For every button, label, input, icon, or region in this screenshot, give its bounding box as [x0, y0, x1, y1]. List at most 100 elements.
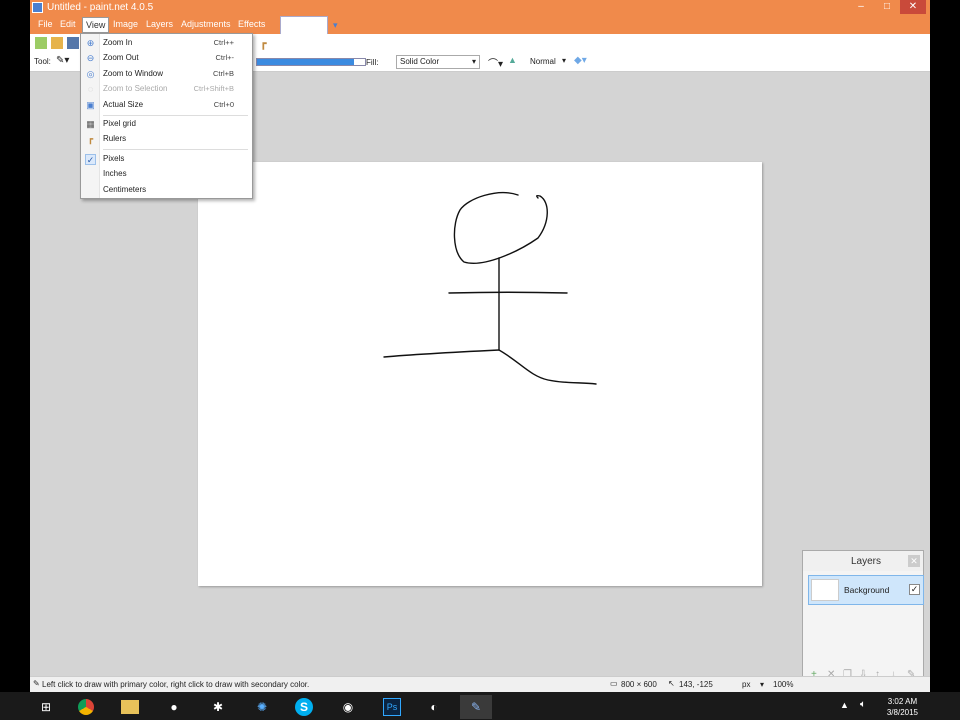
menu-separator: [103, 149, 248, 150]
save-icon[interactable]: [67, 37, 79, 49]
layer-thumbnail: [811, 579, 839, 601]
cursor-position: 143, -125: [679, 680, 713, 689]
photoshop-icon[interactable]: Ps: [376, 695, 408, 719]
menu-item-label: Actual Size: [103, 100, 144, 109]
steam-icon[interactable]: ●: [158, 695, 190, 719]
new-image-icon[interactable]: [35, 37, 47, 49]
paintnet-taskbar-icon[interactable]: ✎: [460, 695, 492, 719]
ruler-icon: ┏: [87, 134, 94, 144]
menu-item-pixels[interactable]: ✓ Pixels: [81, 152, 252, 167]
menu-item-label: Inches: [103, 169, 127, 178]
menu-item-zoom-to-window[interactable]: ◎ Zoom to Window Ctrl+B: [81, 67, 252, 82]
layer-row-background[interactable]: Background ✓: [808, 575, 924, 605]
status-bar: ✎ Left click to draw with primary color,…: [30, 676, 930, 692]
menu-item-label: Rulers: [103, 134, 127, 143]
menu-item-actual-size[interactable]: ▣ Actual Size Ctrl+0: [81, 98, 252, 113]
blend-mode-icon: ▲: [508, 55, 517, 65]
paintbrush-icon[interactable]: ✎▾: [56, 55, 69, 66]
menu-item-label: Zoom to Selection: [103, 84, 168, 93]
layers-panel-header: Layers ✕: [803, 551, 923, 571]
brush-width-progress[interactable]: [256, 58, 366, 66]
menu-item-label: Centimeters: [103, 185, 147, 194]
blend-mode-dropdown-icon[interactable]: ▾: [562, 56, 566, 65]
paintnet-window: Untitled - paint.net 4.0.5 – □ ✕ File Ed…: [30, 0, 930, 692]
menu-item-rulers[interactable]: ┏ Rulers: [81, 132, 252, 147]
menu-item-pixel-grid[interactable]: ▦ Pixel grid: [81, 117, 252, 132]
menu-item-label: Zoom Out: [103, 53, 139, 62]
close-icon[interactable]: ✕: [908, 555, 920, 567]
maximize-button[interactable]: □: [874, 0, 900, 14]
zoom-window-icon: ◎: [86, 69, 95, 79]
zoom-selection-icon: ◌: [87, 84, 94, 94]
start-button-icon[interactable]: ⊞: [30, 695, 62, 719]
blend-mode-select[interactable]: Normal: [530, 57, 556, 66]
menu-item-centimeters[interactable]: Centimeters: [81, 183, 252, 198]
menu-bar: File Edit View Image Layers Adjustments …: [30, 16, 930, 46]
menu-item-zoom-out[interactable]: ⊖ Zoom Out Ctrl+-: [81, 51, 252, 66]
minimize-button[interactable]: –: [848, 0, 874, 14]
menu-file[interactable]: File: [35, 19, 56, 29]
menu-layers[interactable]: Layers: [143, 19, 176, 29]
units-dropdown-icon[interactable]: ▾: [760, 680, 764, 689]
media-app-icon[interactable]: ✱: [202, 695, 234, 719]
cursor-position-icon: ↖: [668, 679, 675, 688]
menu-edit[interactable]: Edit: [57, 19, 79, 29]
open-icon[interactable]: [51, 37, 63, 49]
clock-time: 3:02 AM: [887, 697, 918, 706]
brush-hint-icon: ✎: [33, 679, 40, 688]
menu-item-label: Pixels: [103, 154, 125, 163]
volume-icon[interactable]: 🔈︎: [860, 699, 866, 710]
menu-item-label: Pixel grid: [103, 119, 136, 128]
paint-app-icon[interactable]: ◐: [418, 695, 450, 719]
menu-item-shortcut: Ctrl+B: [212, 69, 234, 78]
zoom-level[interactable]: 100%: [773, 680, 793, 689]
ruler-toolbar-icon[interactable]: ┏: [260, 37, 267, 50]
tab-list-arrow-icon[interactable]: ▾: [333, 20, 338, 31]
status-hint: Left click to draw with primary color, r…: [42, 680, 310, 689]
menu-image[interactable]: Image: [110, 19, 141, 29]
menu-view[interactable]: View: [82, 17, 110, 33]
antialiasing-icon[interactable]: ⌒▾: [488, 55, 503, 70]
fill-select[interactable]: Solid Color ▾: [396, 55, 480, 69]
tool-label: Tool:: [34, 57, 51, 66]
image-size: 800 × 600: [621, 680, 657, 689]
menu-item-label: Zoom In: [103, 38, 133, 47]
fill-label: Fill:: [366, 58, 379, 67]
chevron-down-icon: ▾: [471, 57, 476, 66]
zoom-out-icon: ⊖: [86, 53, 95, 63]
view-menu-dropdown: ⊕ Zoom In Ctrl++ ⊖ Zoom Out Ctrl+- ◎ Zoo…: [80, 33, 253, 199]
menu-adjustments[interactable]: Adjustments: [178, 19, 234, 29]
close-button[interactable]: ✕: [900, 0, 926, 14]
tray-chevron-icon[interactable]: ▲: [840, 700, 849, 710]
check-icon: ✓: [85, 154, 96, 165]
units-select[interactable]: px: [742, 680, 750, 689]
menu-effects[interactable]: Effects: [235, 19, 268, 29]
taskbar-clock[interactable]: 3:02 AM 3/8/2015: [887, 696, 918, 718]
paintnet-app-icon: [32, 2, 43, 13]
layer-visibility-checkbox[interactable]: ✓: [909, 584, 920, 595]
file-explorer-icon[interactable]: [114, 695, 146, 719]
menu-item-zoom-in[interactable]: ⊕ Zoom In Ctrl++: [81, 36, 252, 51]
obs-icon[interactable]: ◉: [332, 695, 364, 719]
fill-select-value: Solid Color: [400, 57, 440, 66]
menu-item-label: Zoom to Window: [103, 69, 164, 78]
stick-figure-drawing: [383, 191, 597, 385]
chrome-icon[interactable]: [70, 695, 102, 719]
layers-panel: Layers ✕ Background ✓ + ✕ ❐ ⇩ ↑ ↓ ✎: [802, 550, 924, 688]
image-size-icon: ▭: [610, 679, 618, 688]
layer-name: Background: [844, 585, 890, 595]
skype-icon[interactable]: S: [288, 695, 320, 719]
windows-taskbar: ⊞ ● ✱ ✺ S ◉ Ps ◐ ✎ ▲ 🔈︎ 3:02 AM 3/8/2015: [0, 692, 960, 720]
battle-net-icon[interactable]: ✺: [246, 695, 278, 719]
menu-item-shortcut: Ctrl+0: [213, 100, 234, 109]
window-title: Untitled - paint.net 4.0.5: [47, 2, 154, 13]
grid-icon: ▦: [86, 119, 95, 129]
title-bar: Untitled - paint.net 4.0.5 – □ ✕: [30, 0, 930, 16]
menu-item-inches[interactable]: Inches: [81, 167, 252, 182]
menu-item-shortcut: Ctrl+-: [215, 53, 234, 62]
menu-item-zoom-to-selection[interactable]: ◌ Zoom to Selection Ctrl+Shift+B: [81, 82, 252, 97]
clock-date: 3/8/2015: [886, 708, 918, 717]
layers-panel-title: Layers: [851, 556, 882, 567]
image-canvas[interactable]: [198, 162, 762, 586]
alpha-blending-icon[interactable]: ◆▾: [574, 55, 587, 66]
